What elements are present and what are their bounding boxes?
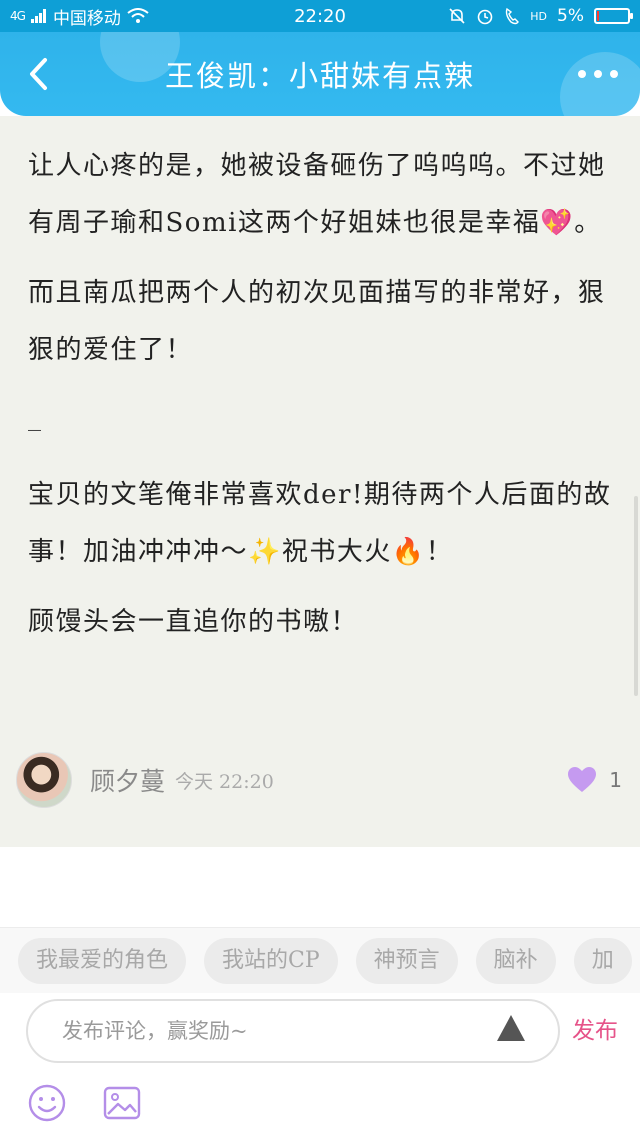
battery-level xyxy=(597,11,599,21)
page-title: 王俊凯：小甜妹有点辣 xyxy=(164,59,475,93)
heart-icon xyxy=(568,767,597,792)
comment-time: 今天 22:20 xyxy=(175,770,274,793)
status-right: HD 5% xyxy=(400,6,633,26)
tag-chip[interactable]: 加 xyxy=(573,937,632,984)
more-button[interactable] xyxy=(578,62,618,86)
status-bar: 4G 中国移动 22:20 HD 5% xyxy=(0,0,640,32)
alarm-icon xyxy=(477,9,493,25)
tag-chip[interactable]: 神预言 xyxy=(355,937,458,984)
smiley-icon[interactable] xyxy=(27,1083,67,1123)
like-count: 1 xyxy=(609,768,622,792)
comment-paragraph: 宝贝的文笔俺非常喜欢der!期待两个人后面的故事！加油冲冲冲～✨祝书大火🔥！ xyxy=(28,480,612,567)
comment-input[interactable] xyxy=(26,999,560,1063)
tag-strip: 我最爱的角色 我站的CP 神预言 脑补 加 xyxy=(0,927,640,993)
signal-label: 4G xyxy=(10,9,26,23)
carrier-name: 中国移动 xyxy=(52,8,121,29)
tag-chip[interactable]: 脑补 xyxy=(475,937,556,984)
tag-chip[interactable]: 我站的CP xyxy=(204,937,338,984)
comment-content: 让人心疼的是，她被设备砸伤了呜呜呜。不过她有周子瑜和Somi这两个好姐妹也很是幸… xyxy=(0,116,640,847)
chevron-left-icon xyxy=(30,58,47,90)
title-bar: 王俊凯：小甜妹有点辣 xyxy=(0,32,640,116)
bottom-panel: 我最爱的角色 我站的CP 神预言 脑补 加 发布 xyxy=(0,847,640,1138)
wifi-icon xyxy=(127,8,149,23)
battery-icon xyxy=(594,8,633,24)
call-hd-icon xyxy=(506,7,520,25)
back-button[interactable] xyxy=(18,52,58,96)
author-name[interactable]: 顾夕蔓 xyxy=(90,762,165,798)
comment-input-row: 发布 xyxy=(0,993,640,1073)
toolbar xyxy=(0,1079,640,1129)
comment-separator: _ xyxy=(28,402,41,432)
hd-label: HD xyxy=(530,9,548,23)
battery-percent: 5% xyxy=(557,6,584,26)
status-time: 22:20 xyxy=(294,5,346,27)
avatar[interactable] xyxy=(16,752,72,808)
comment-meta: 顾夕蔓 今天 22:20 1 xyxy=(16,752,622,808)
bell-off-icon xyxy=(449,8,465,24)
scrollbar[interactable] xyxy=(634,496,638,696)
like-button[interactable]: 1 xyxy=(567,766,622,794)
comment-paragraph: 而且南瓜把两个人的初次见面描写的非常好，狠狠的爱住了！ xyxy=(28,278,606,365)
signal-icon xyxy=(30,9,46,23)
image-icon[interactable] xyxy=(102,1083,142,1123)
tag-chip[interactable]: 我最爱的角色 xyxy=(18,937,187,984)
comment-paragraph: 让人心疼的是，她被设备砸伤了呜呜呜。不过她有周子瑜和Somi这两个好姐妹也很是幸… xyxy=(28,151,606,238)
status-left: 4G 中国移动 xyxy=(10,4,240,29)
comment-paragraph: 顾馒头会一直追你的书嗷！ xyxy=(28,607,359,637)
more-dots-icon xyxy=(578,70,586,78)
triangle-up-icon[interactable] xyxy=(495,1013,527,1043)
publish-button[interactable]: 发布 xyxy=(572,1011,618,1045)
